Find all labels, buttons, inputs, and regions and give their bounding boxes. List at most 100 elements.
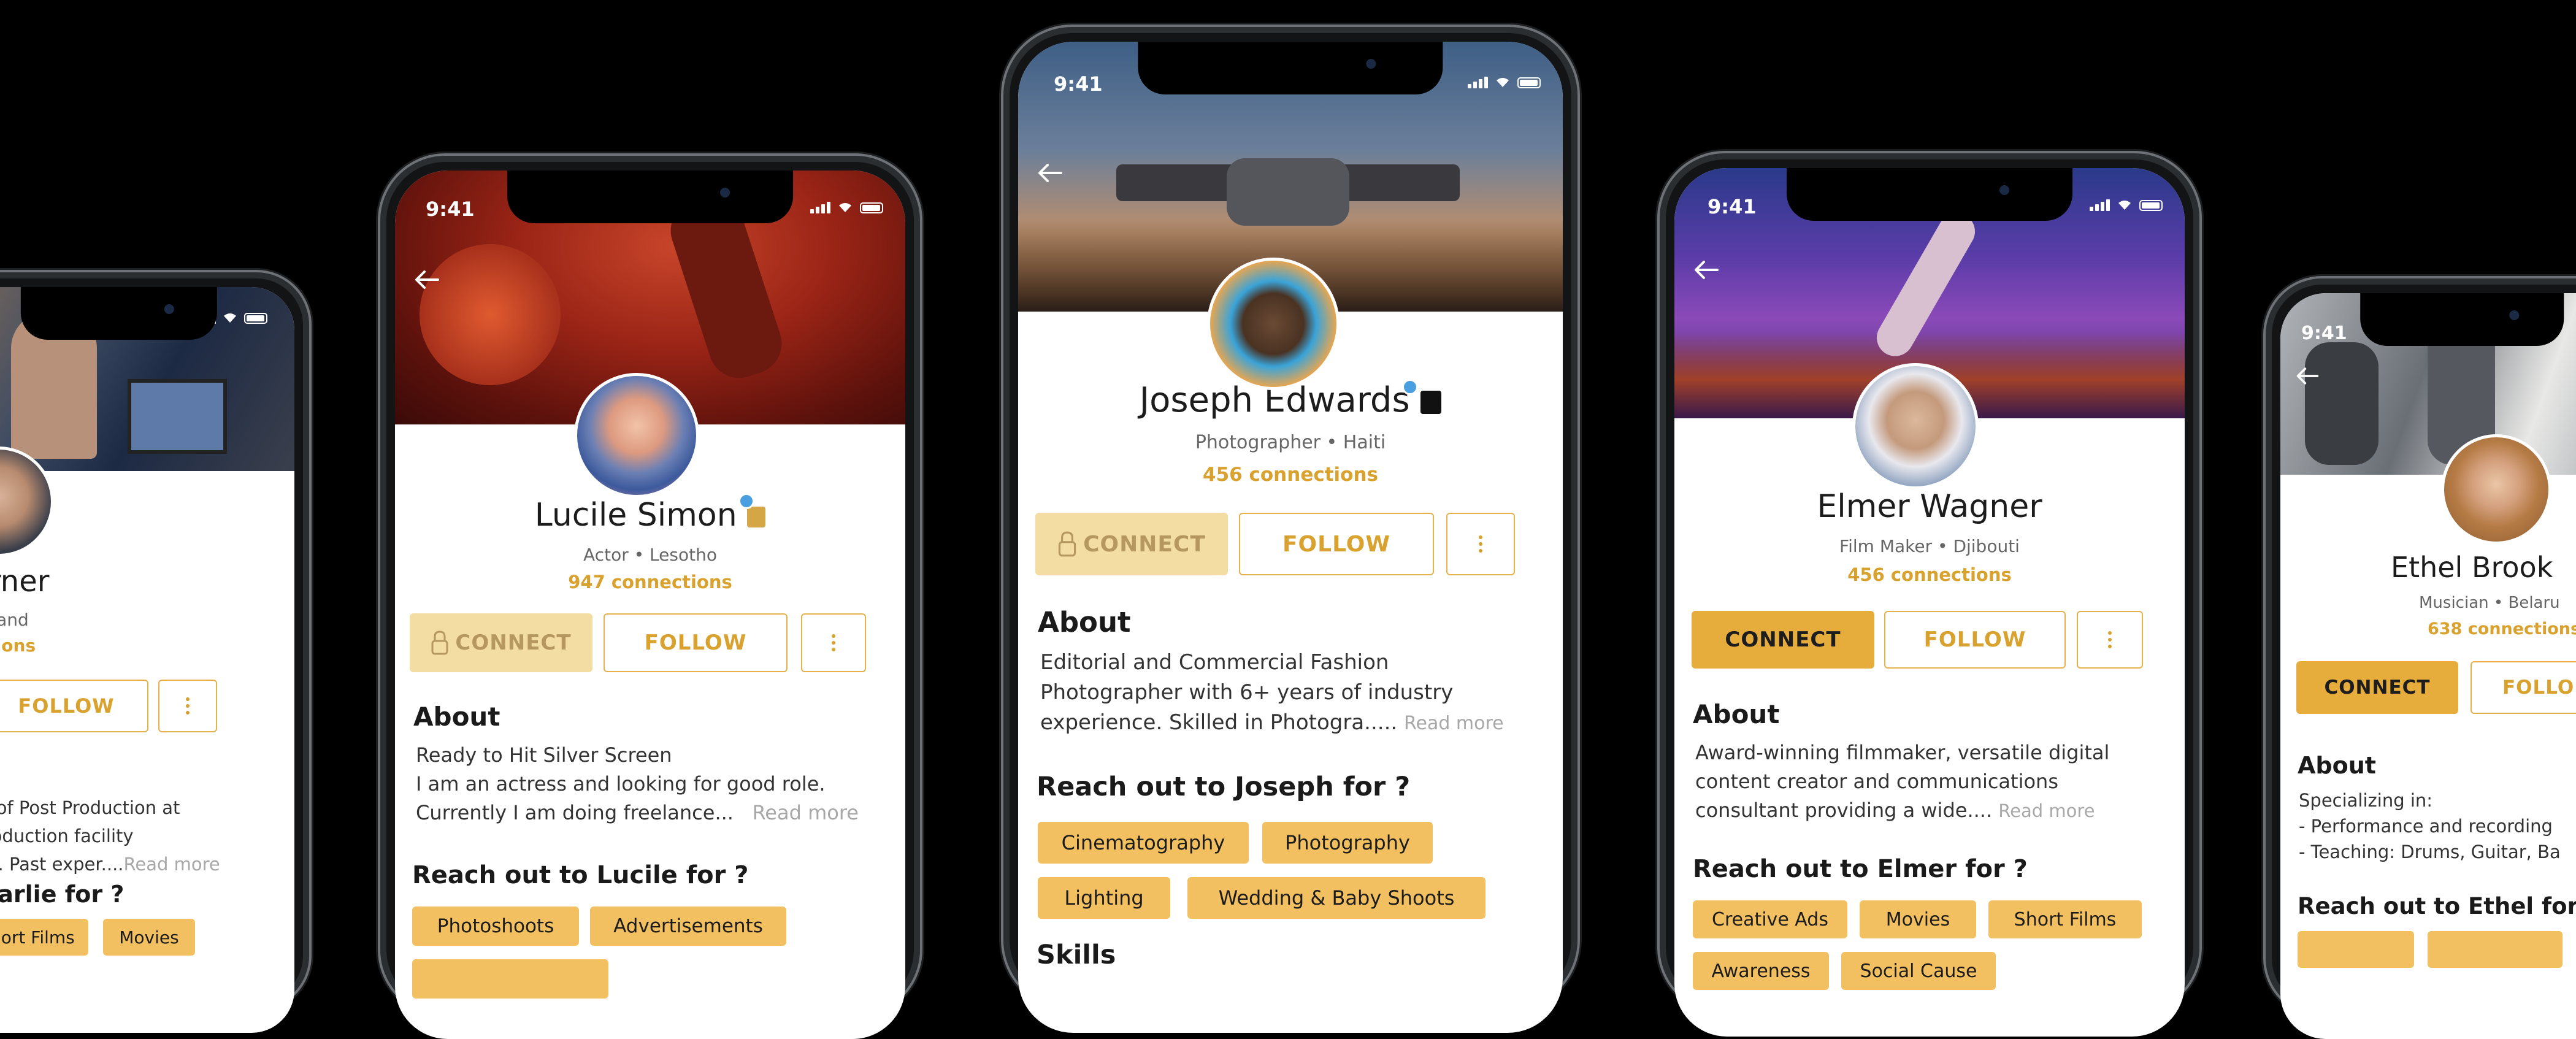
battery-icon (860, 202, 883, 213)
notch (20, 287, 218, 340)
connect-button[interactable]: CONNECT (2296, 661, 2458, 714)
back-arrow-icon[interactable] (1693, 259, 1720, 281)
status-time: 9:41 (426, 197, 475, 221)
chip-movies[interactable]: Movies (1860, 900, 1976, 938)
profile-role-location: Actor • Lesotho (583, 545, 717, 565)
signal-icon (2090, 199, 2110, 211)
follow-button[interactable]: FOLLO (2471, 661, 2576, 714)
wifi-icon (2118, 201, 2131, 210)
wifi-icon (1497, 78, 1509, 87)
read-more-link[interactable]: Read more (124, 854, 220, 875)
follow-button[interactable]: FOLLOW (1884, 611, 2066, 669)
connections-count[interactable]: 456 connections (1018, 464, 1563, 486)
profile-name: Ethel Brook (2391, 551, 2553, 584)
profile-role-location: Film Maker • Djibouti (1839, 536, 2020, 556)
profile-role-location: roducer • Poland (0, 610, 29, 630)
status-time: 9:41 (2301, 323, 2347, 344)
chip-short-films[interactable]: Short Films (0, 919, 88, 956)
battery-icon (1517, 77, 1541, 88)
chip-partial[interactable] (412, 959, 608, 999)
about-text: Editorial and Commercial Fashion Photogr… (1040, 650, 1504, 735)
profile-role-location: Photographer • Haiti (1195, 432, 1386, 453)
chip-partial-1[interactable] (2298, 931, 2414, 968)
connections-count[interactable]: 492 connections (0, 635, 294, 656)
chip-lighting[interactable]: Lighting (1038, 877, 1170, 919)
battery-icon (2139, 200, 2163, 211)
phone-lucile: 9:41 Lucile Simon Actor • Lesotho 947 co… (378, 153, 922, 1039)
imdb-badge-icon (747, 507, 766, 527)
screen: arlie Warner roducer • Poland 492 connec… (0, 287, 294, 1033)
more-options-button[interactable] (2077, 611, 2143, 669)
back-arrow-icon[interactable] (1037, 162, 1064, 184)
lock-icon (1058, 531, 1076, 557)
read-more-link[interactable]: Read more (1404, 713, 1504, 734)
connections-count[interactable]: 638 connections (2428, 619, 2576, 638)
verified-badge-icon (1402, 379, 1418, 395)
avatar (574, 373, 699, 498)
wifi-icon (224, 313, 236, 323)
chip-wedding-baby-shoots[interactable]: Wedding & Baby Shoots (1187, 877, 1485, 919)
connections-count[interactable]: 947 connections (395, 572, 905, 592)
chip-awareness[interactable]: Awareness (1693, 952, 1829, 990)
more-options-button[interactable] (801, 613, 866, 672)
avatar (1852, 363, 1979, 489)
signal-icon (810, 202, 830, 213)
avatar (2441, 434, 2551, 545)
about-text: ducer of Post Production at ost/producti… (0, 797, 220, 875)
profile-name: Lucile Simon (395, 497, 905, 534)
more-vertical-icon (186, 697, 190, 715)
reach-out-title: Reach out to Ethel for ? (2298, 893, 2576, 919)
phone-charlie: arlie Warner roducer • Poland 492 connec… (0, 270, 312, 1033)
chip-movies[interactable]: Movies (103, 919, 195, 956)
follow-button[interactable]: FOLLOW (0, 680, 148, 732)
reach-out-title: Reach out to Elmer for ? (1693, 855, 2028, 883)
phone-ethel: 9:41 Ethel Brook Musician • Belaru 638 c… (2263, 276, 2576, 1039)
about-title: About (1693, 699, 1780, 729)
more-options-button[interactable] (1446, 513, 1515, 575)
chip-short-films[interactable]: Short Films (1988, 900, 2142, 938)
avatar (1207, 258, 1340, 390)
follow-button[interactable]: FOLLOW (1239, 513, 1434, 575)
follow-button[interactable]: FOLLOW (604, 613, 788, 672)
about-title: About (413, 702, 500, 732)
lock-icon (431, 631, 448, 655)
notch (2360, 293, 2564, 346)
about-title: About (2298, 752, 2376, 779)
wifi-icon (839, 203, 851, 212)
screen: 9:41 Joseph Edwards Photographer • Haiti… (1018, 42, 1563, 1033)
profile-name: Elmer Wagner (1817, 488, 2042, 525)
reach-out-title: Reach out to Joseph for ? (1037, 772, 1411, 802)
notch (1787, 168, 2072, 221)
about-title: About (1038, 606, 1131, 638)
notch (1138, 42, 1443, 94)
profile-role-location: Musician • Belaru (2419, 594, 2560, 612)
screen: 9:41 Elmer Wagner Film Maker • Djibouti … (1674, 168, 2185, 1037)
about-text: Specializing in: - Performance and recor… (2299, 790, 2561, 862)
profile-name: arlie Warner (0, 564, 50, 599)
chip-cinematography[interactable]: Cinematography (1038, 822, 1249, 864)
screen: 9:41 Ethel Brook Musician • Belaru 638 c… (2280, 293, 2576, 1039)
read-more-link[interactable]: Read more (752, 801, 858, 824)
chip-social-cause[interactable]: Social Cause (1841, 952, 1996, 990)
more-options-button[interactable] (158, 680, 217, 732)
chip-partial-2[interactable] (2428, 931, 2563, 968)
connections-count[interactable]: 456 connections (1674, 564, 2185, 585)
status-time: 9:41 (1708, 195, 1757, 218)
verified-badge-icon (738, 493, 754, 509)
chip-photography[interactable]: Photography (1262, 822, 1433, 864)
back-arrow-icon[interactable] (2295, 366, 2320, 386)
back-arrow-icon[interactable] (413, 269, 440, 291)
chip-advertisements[interactable]: Advertisements (590, 907, 786, 946)
more-vertical-icon (1479, 535, 1482, 553)
battery-icon (244, 313, 267, 324)
about-text: Ready to Hit Silver Screen I am an actre… (416, 743, 859, 824)
connect-button: CONNECT (410, 613, 592, 672)
chip-photoshoots[interactable]: Photoshoots (412, 907, 579, 946)
connect-button[interactable]: CONNECT (1692, 611, 1874, 669)
reach-out-title: Reach out to Lucile for ? (412, 861, 749, 889)
read-more-link[interactable]: Read more (1998, 800, 2095, 821)
more-vertical-icon (2108, 631, 2112, 648)
signal-icon (1468, 77, 1488, 88)
skills-title: Skills (1037, 940, 1116, 970)
chip-creative-ads[interactable]: Creative Ads (1693, 900, 1847, 938)
